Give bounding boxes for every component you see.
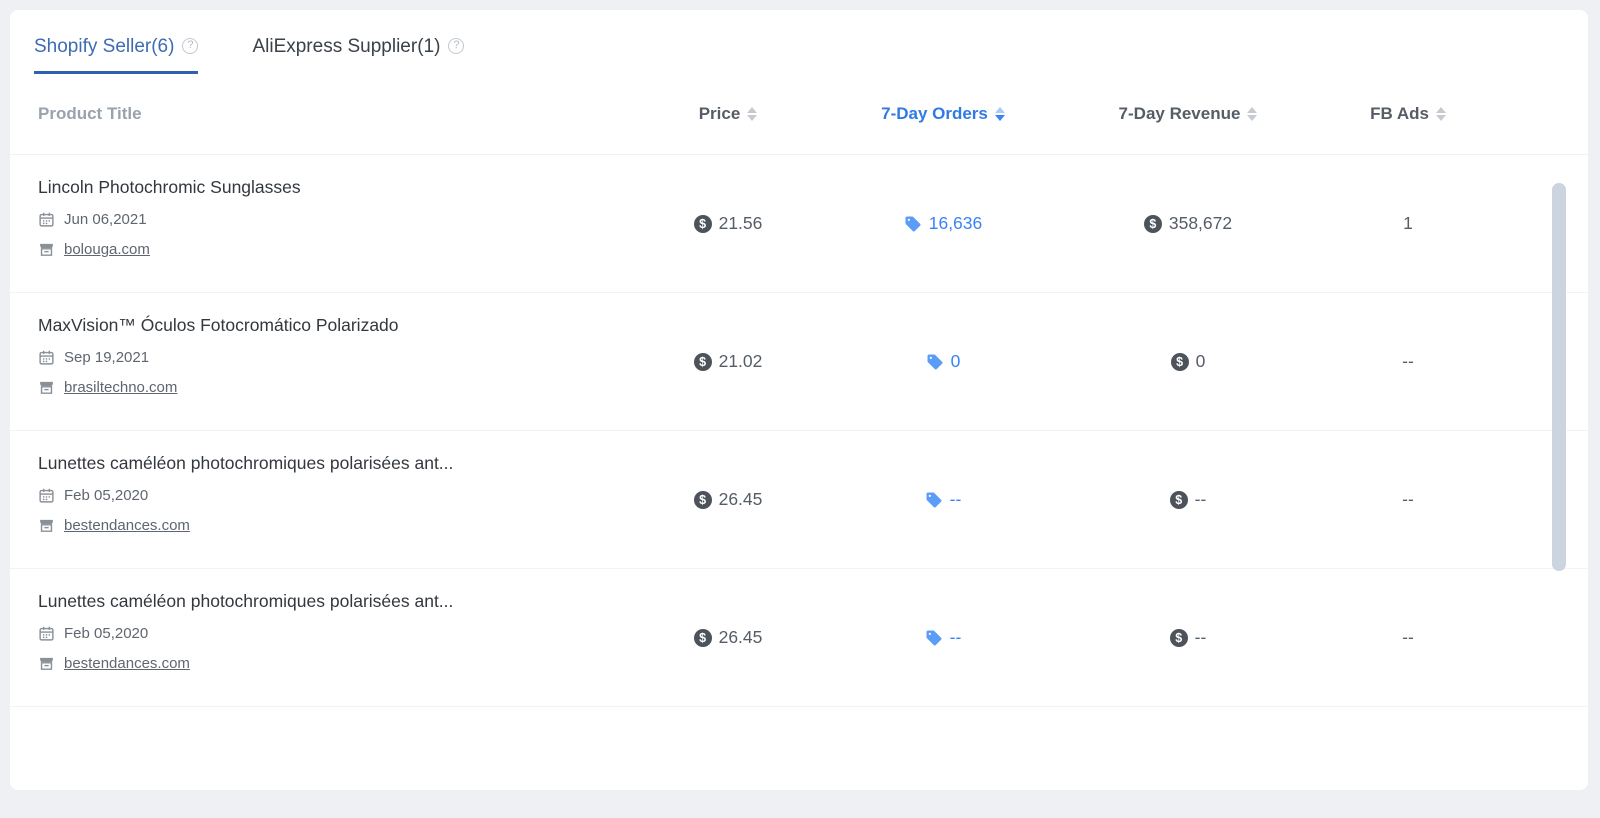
column-header-7day-orders[interactable]: 7-Day Orders xyxy=(818,104,1068,124)
orders-value: -- xyxy=(950,489,962,510)
tab-aliexpress-supplier[interactable]: AliExpress Supplier(1) ? xyxy=(252,36,464,74)
orders-cell: 0 xyxy=(818,351,1068,372)
price-cell: $ 21.56 xyxy=(638,213,818,234)
tag-icon xyxy=(926,353,944,371)
launch-date-row: Feb 05,2020 xyxy=(38,625,638,642)
store-row: bestendances.com xyxy=(38,517,638,534)
fb-ads-cell: -- xyxy=(1308,351,1508,372)
launch-date: Sep 19,2021 xyxy=(64,349,149,366)
column-header-product-title: Product Title xyxy=(38,104,638,124)
vertical-scrollbar-thumb[interactable] xyxy=(1552,183,1566,571)
price-value: 21.56 xyxy=(719,213,763,234)
results-panel: Shopify Seller(6) ? AliExpress Supplier(… xyxy=(10,10,1588,790)
fb-ads-value: -- xyxy=(1402,489,1414,510)
table-row: Lincoln Photochromic Sunglasses Jun 06,2… xyxy=(10,155,1588,293)
launch-date-row: Feb 05,2020 xyxy=(38,487,638,504)
calendar-icon xyxy=(38,487,55,504)
orders-cell: 16,636 xyxy=(818,213,1068,234)
product-cell: MaxVision™ Óculos Fotocromático Polariza… xyxy=(38,293,638,430)
product-cell: Lincoln Photochromic Sunglasses Jun 06,2… xyxy=(38,155,638,292)
store-icon xyxy=(38,517,55,534)
store-domain-link[interactable]: bestendances.com xyxy=(64,655,190,672)
tab-shopify-seller[interactable]: Shopify Seller(6) ? xyxy=(34,36,198,74)
table-row: Lunettes caméléon photochromiques polari… xyxy=(10,431,1588,569)
fb-ads-value: -- xyxy=(1402,351,1414,372)
sort-icon[interactable] xyxy=(1247,107,1257,121)
orders-value: 0 xyxy=(951,351,961,372)
help-icon[interactable]: ? xyxy=(182,38,198,54)
product-title: MaxVision™ Óculos Fotocromático Polariza… xyxy=(38,315,638,336)
launch-date-row: Jun 06,2021 xyxy=(38,211,638,228)
revenue-value: 0 xyxy=(1196,351,1206,372)
dollar-icon: $ xyxy=(694,491,712,509)
tab-shopify-seller-label: Shopify Seller(6) xyxy=(34,36,174,58)
store-icon xyxy=(38,241,55,258)
fb-ads-cell: 1 xyxy=(1308,213,1508,234)
revenue-value: -- xyxy=(1195,627,1207,648)
orders-value: -- xyxy=(950,627,962,648)
tag-icon xyxy=(904,215,922,233)
price-value: 26.45 xyxy=(719,627,763,648)
help-icon[interactable]: ? xyxy=(448,38,464,54)
store-row: brasiltechno.com xyxy=(38,379,638,396)
dollar-icon: $ xyxy=(1170,491,1188,509)
launch-date: Feb 05,2020 xyxy=(64,487,148,504)
revenue-cell: $ -- xyxy=(1068,627,1308,648)
dollar-icon: $ xyxy=(694,353,712,371)
revenue-cell: $ -- xyxy=(1068,489,1308,510)
product-title: Lincoln Photochromic Sunglasses xyxy=(38,177,638,198)
store-domain-link[interactable]: bolouga.com xyxy=(64,241,150,258)
price-cell: $ 26.45 xyxy=(638,489,818,510)
column-header-fb-ads[interactable]: FB Ads xyxy=(1308,104,1508,124)
price-cell: $ 26.45 xyxy=(638,627,818,648)
product-title: Lunettes caméléon photochromiques polari… xyxy=(38,591,638,612)
dollar-icon: $ xyxy=(1144,215,1162,233)
column-header-7day-revenue[interactable]: 7-Day Revenue xyxy=(1068,104,1308,124)
store-domain-link[interactable]: brasiltechno.com xyxy=(64,379,177,396)
calendar-icon xyxy=(38,625,55,642)
launch-date: Feb 05,2020 xyxy=(64,625,148,642)
fb-ads-cell: -- xyxy=(1308,489,1508,510)
tab-aliexpress-supplier-label: AliExpress Supplier(1) xyxy=(252,36,440,58)
product-cell: Lunettes caméléon photochromiques polari… xyxy=(38,569,638,706)
orders-cell: -- xyxy=(818,627,1068,648)
fb-ads-value: 1 xyxy=(1403,213,1413,234)
dollar-icon: $ xyxy=(694,215,712,233)
calendar-icon xyxy=(38,211,55,228)
price-value: 21.02 xyxy=(719,351,763,372)
sort-icon[interactable] xyxy=(747,107,757,121)
fb-ads-cell: -- xyxy=(1308,627,1508,648)
launch-date: Jun 06,2021 xyxy=(64,211,147,228)
tag-icon xyxy=(925,491,943,509)
tag-icon xyxy=(925,629,943,647)
price-value: 26.45 xyxy=(719,489,763,510)
column-header-price[interactable]: Price xyxy=(638,104,818,124)
sort-icon[interactable] xyxy=(1436,107,1446,121)
fb-ads-value: -- xyxy=(1402,627,1414,648)
dollar-icon: $ xyxy=(1171,353,1189,371)
product-title: Lunettes caméléon photochromiques polari… xyxy=(38,453,638,474)
revenue-value: -- xyxy=(1195,489,1207,510)
table-row: MaxVision™ Óculos Fotocromático Polariza… xyxy=(10,293,1588,431)
store-row: bestendances.com xyxy=(38,655,638,672)
table-row: Lunettes caméléon photochromiques polari… xyxy=(10,569,1588,707)
calendar-icon xyxy=(38,349,55,366)
sort-icon-active[interactable] xyxy=(995,107,1005,121)
store-row: bolouga.com xyxy=(38,241,638,258)
orders-cell: -- xyxy=(818,489,1068,510)
price-cell: $ 21.02 xyxy=(638,351,818,372)
product-cell: Lunettes caméléon photochromiques polari… xyxy=(38,431,638,568)
tab-bar: Shopify Seller(6) ? AliExpress Supplier(… xyxy=(10,10,1588,74)
launch-date-row: Sep 19,2021 xyxy=(38,349,638,366)
orders-value: 16,636 xyxy=(929,213,983,234)
revenue-cell: $ 358,672 xyxy=(1068,213,1308,234)
table-header: Product Title Price 7-Day Orders 7-Day R… xyxy=(10,74,1588,155)
dollar-icon: $ xyxy=(1170,629,1188,647)
revenue-value: 358,672 xyxy=(1169,213,1232,234)
dollar-icon: $ xyxy=(694,629,712,647)
store-domain-link[interactable]: bestendances.com xyxy=(64,517,190,534)
store-icon xyxy=(38,379,55,396)
store-icon xyxy=(38,655,55,672)
revenue-cell: $ 0 xyxy=(1068,351,1308,372)
